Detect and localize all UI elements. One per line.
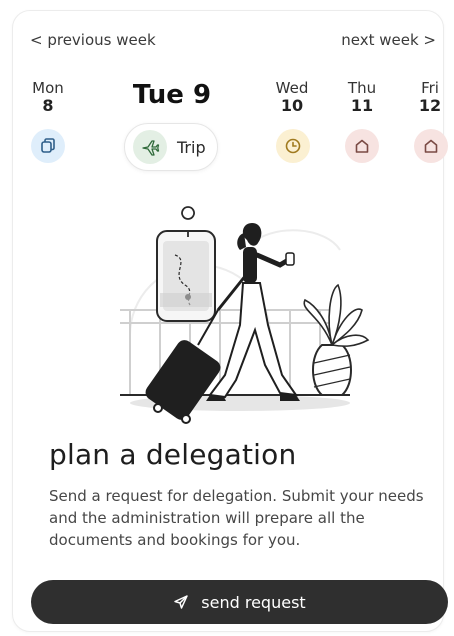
description-text: Send a request for delegation. Submit yo… — [49, 487, 424, 549]
home-icon — [355, 139, 369, 153]
next-week-link[interactable]: next week > — [341, 30, 436, 50]
day-mon-status[interactable] — [31, 129, 65, 163]
day-wed-status[interactable] — [276, 129, 310, 163]
day-fri-status[interactable] — [414, 129, 448, 163]
trip-pill-button[interactable]: Trip — [124, 123, 218, 171]
day-tue-selected[interactable]: Tue 9 — [132, 80, 212, 110]
send-icon — [173, 594, 189, 610]
day-name: Thu — [347, 79, 377, 97]
day-number: 8 — [42, 96, 54, 115]
home-icon — [424, 139, 438, 153]
day-fri[interactable]: Fri 12 — [412, 79, 448, 115]
day-wed[interactable]: Wed 10 — [272, 79, 312, 115]
day-number: 10 — [280, 96, 304, 115]
clock-icon — [285, 138, 301, 154]
day-name: Mon — [32, 79, 64, 97]
day-mon[interactable]: Mon 8 — [28, 79, 68, 115]
send-request-button[interactable]: send request — [31, 580, 448, 624]
trip-label: Trip — [177, 137, 206, 157]
previous-week-link[interactable]: < previous week — [30, 30, 156, 50]
week-navigation: < previous week next week > — [30, 30, 436, 50]
plane-icon — [142, 140, 160, 156]
day-thu[interactable]: Thu 11 — [342, 79, 382, 115]
day-thu-status[interactable] — [345, 129, 379, 163]
day-number: 11 — [350, 96, 374, 115]
copy-icon — [41, 138, 55, 153]
traveler-illustration — [120, 206, 370, 424]
day-name: Wed — [275, 79, 309, 97]
trip-icon-circle — [133, 130, 167, 164]
day-name: Fri — [421, 79, 439, 97]
selected-day-label: Tue 9 — [132, 80, 212, 110]
send-request-label: send request — [201, 592, 306, 612]
page-title: plan a delegation — [49, 438, 297, 471]
day-number: 12 — [418, 96, 442, 115]
